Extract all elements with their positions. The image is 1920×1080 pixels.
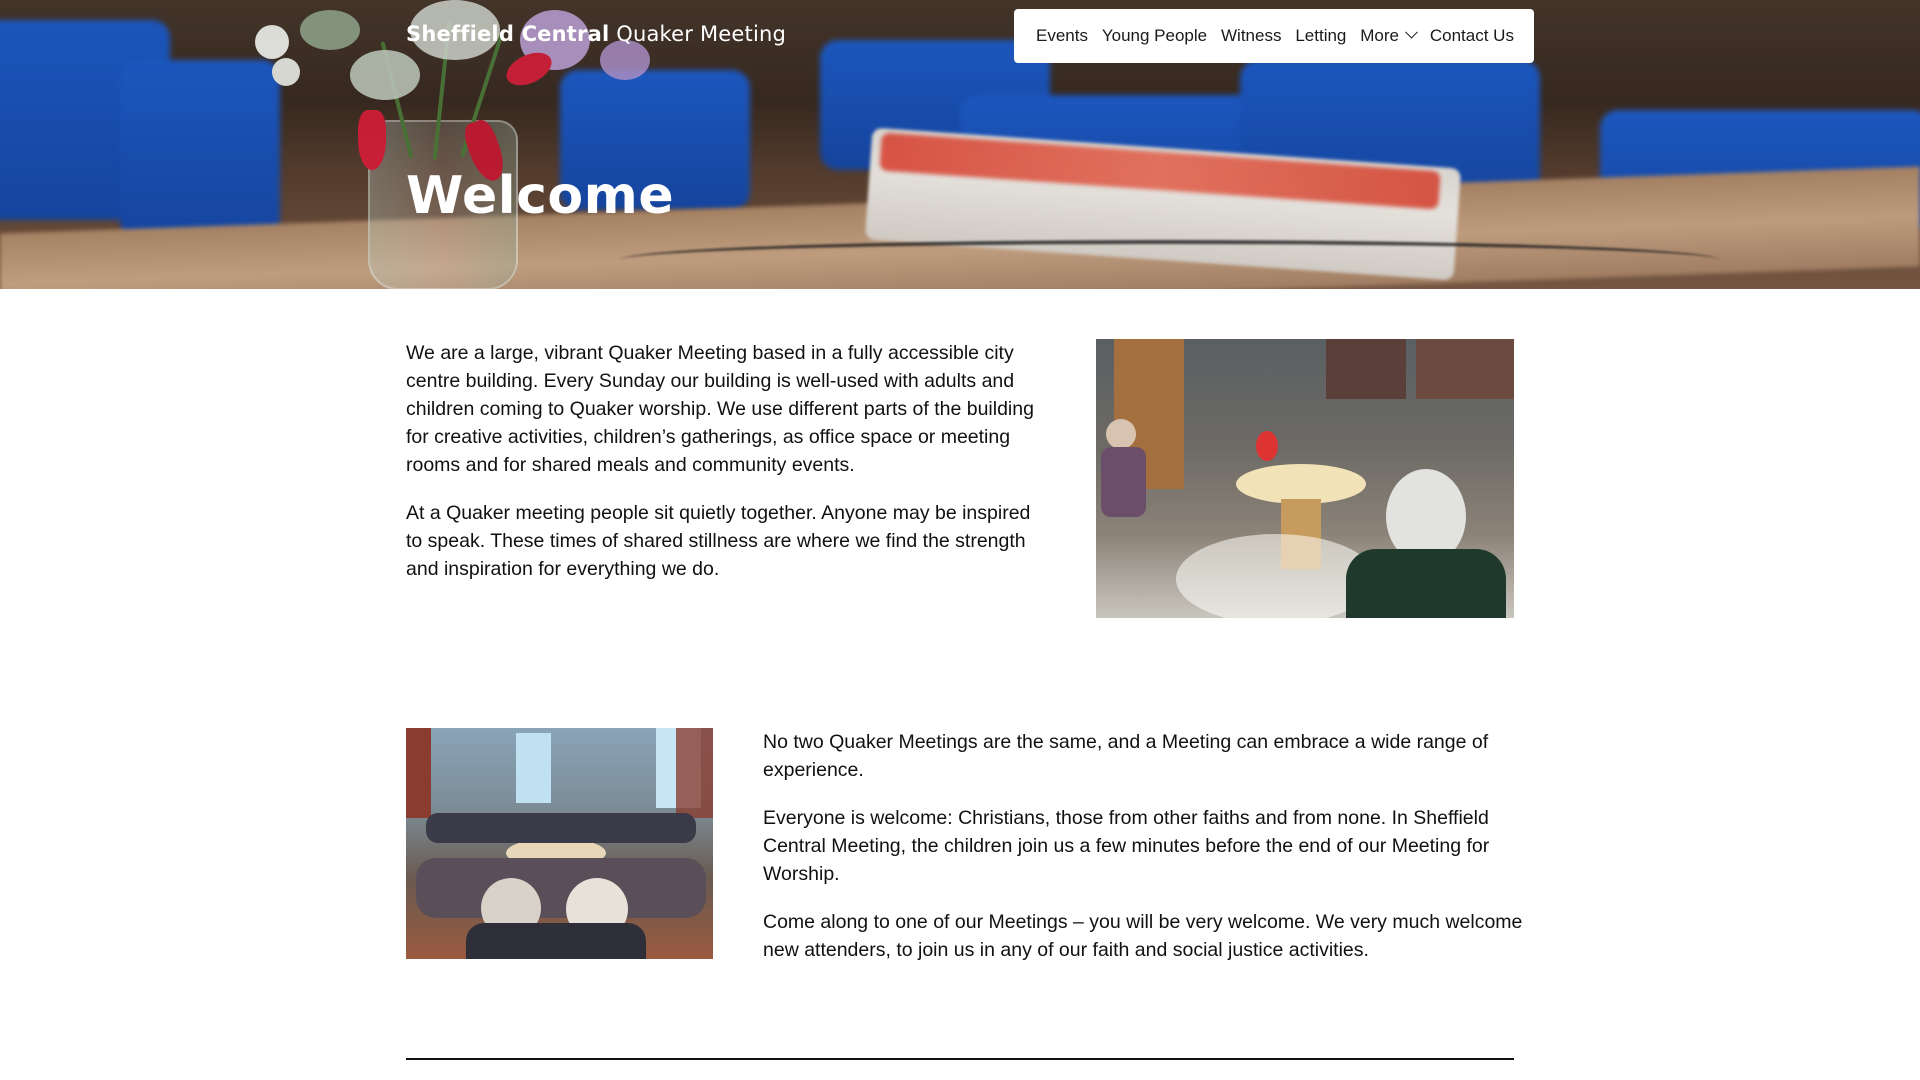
photo-curtain — [1326, 339, 1406, 399]
nav-item-witness[interactable]: Witness — [1221, 26, 1281, 46]
site-title-part2: Quaker Meeting — [609, 22, 787, 46]
nav-item-events[interactable]: Events — [1036, 26, 1088, 46]
nav-item-young-people[interactable]: Young People — [1102, 26, 1207, 46]
section-divider — [406, 1058, 1514, 1060]
meeting-photo — [1096, 339, 1514, 618]
photo-table — [1236, 464, 1366, 504]
photo-people-backs — [466, 923, 646, 959]
site-title-part1: Sheffield Central — [406, 22, 610, 46]
photo-curtain — [406, 728, 431, 818]
photo-people-row — [426, 813, 696, 843]
nav-item-more[interactable]: More — [1360, 25, 1418, 46]
nav-item-contact-us[interactable]: Contact Us — [1430, 26, 1514, 46]
nav-item-more-label: More — [1360, 26, 1399, 45]
photo-curtain — [1416, 339, 1514, 399]
site-title[interactable]: Sheffield Central Quaker Meeting — [406, 22, 786, 46]
intro-text: We are a large, vibrant Quaker Meeting b… — [406, 339, 1046, 583]
page-title: Welcome — [406, 166, 675, 226]
chevron-down-icon — [1405, 25, 1418, 39]
photo-person — [1346, 549, 1506, 618]
photo-person — [1101, 447, 1146, 517]
hero-banner: Sheffield Central Quaker Meeting Welcome — [0, 0, 1920, 289]
intro-paragraph: We are a large, vibrant Quaker Meeting b… — [406, 342, 1034, 476]
nav-item-letting[interactable]: Letting — [1295, 26, 1346, 46]
photo-person — [1106, 419, 1136, 449]
welcome-paragraph: No two Quaker Meetings are the same, and… — [763, 731, 1489, 781]
group-photo — [406, 728, 713, 959]
welcome-paragraph: Come along to one of our Meetings – you … — [763, 911, 1523, 961]
welcome-text: No two Quaker Meetings are the same, and… — [763, 728, 1523, 964]
photo-curtain — [676, 728, 713, 818]
welcome-paragraph: Everyone is welcome: Christians, those f… — [763, 807, 1490, 885]
intro-paragraph: At a Quaker meeting people sit quietly t… — [406, 502, 1031, 580]
photo-people-row — [416, 858, 706, 918]
hero-shade — [0, 0, 1920, 289]
photo-window — [516, 733, 551, 803]
main-nav: Events Young People Witness Letting More… — [1014, 9, 1534, 63]
photo-flowers — [1256, 431, 1278, 461]
